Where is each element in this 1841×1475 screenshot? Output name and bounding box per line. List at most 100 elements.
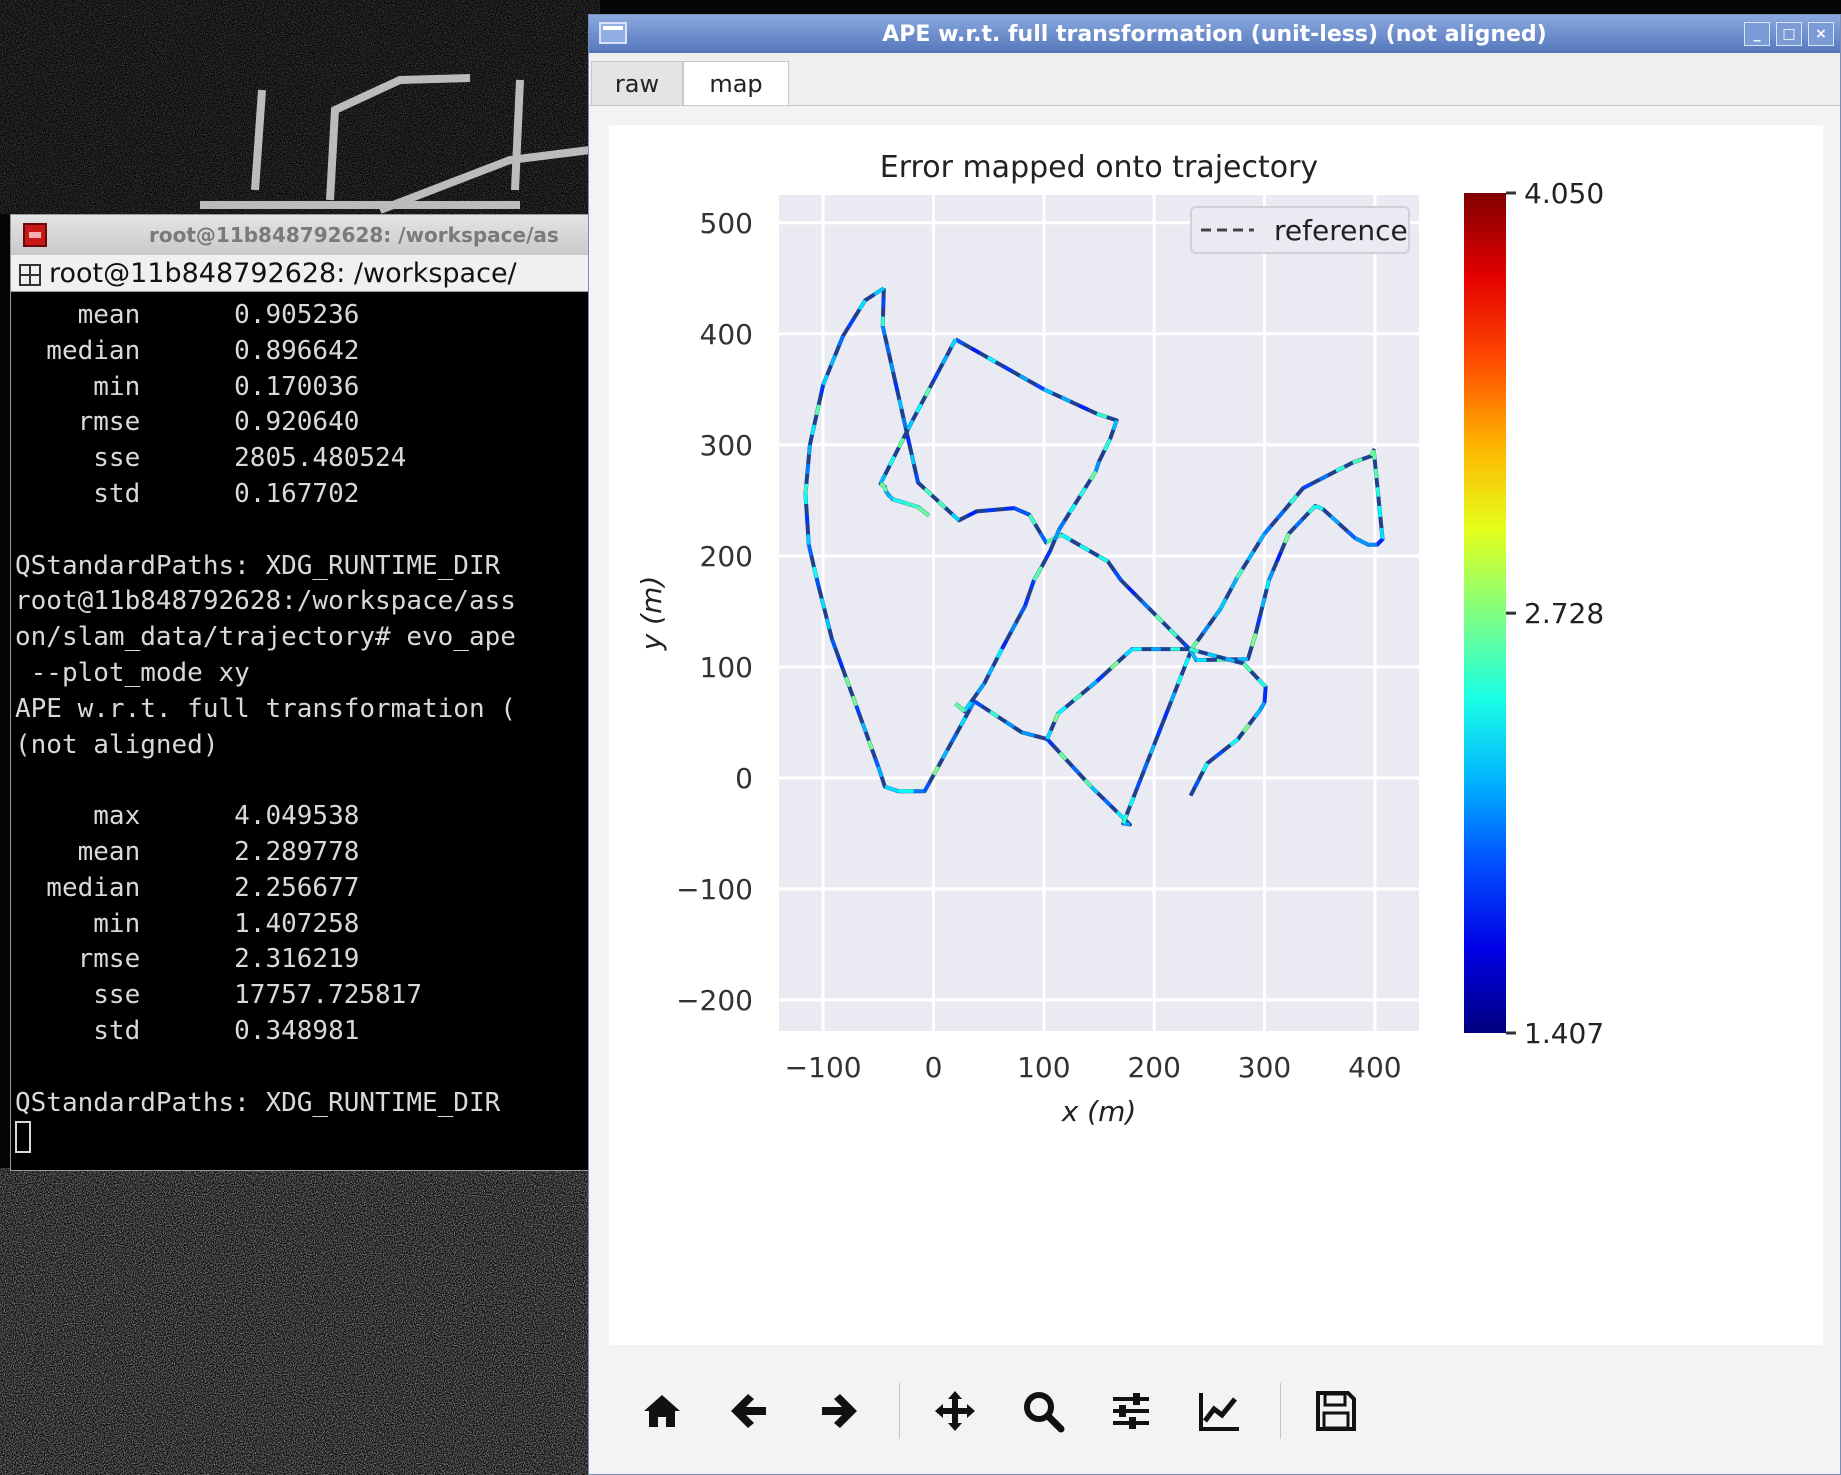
terminal-line: APE w.r.t. full transformation ( [15,693,516,724]
terminal-line: rmse 2.316219 [15,944,360,975]
y-tick-label: 400 [700,318,753,351]
error-segment [888,494,894,501]
minimize-button[interactable]: _ [1744,22,1770,46]
pan-move-icon [935,1391,975,1431]
error-segment [914,472,920,483]
terminal-titlebar[interactable]: root@11b848792628: /workspace/as [11,215,591,255]
x-tick-label: 200 [1127,1051,1180,1084]
forward-arrow-icon [822,1394,857,1428]
terminal-line: on/slam_data/trajectory# evo_ape [15,622,516,653]
plot-area[interactable] [779,195,1419,1031]
forward-button[interactable] [803,1376,873,1446]
error-segment [1265,579,1271,590]
pan-button[interactable] [920,1376,990,1446]
terminal-tab[interactable]: root@11b848792628: /workspace/ [11,255,591,292]
maximize-button[interactable]: □ [1776,22,1802,46]
figure-canvas[interactable]: −100 0 100 200 300 400 −200 −100 0 100 200 300 400 50… [609,125,1823,1345]
zoom-button[interactable] [1008,1376,1078,1446]
terminal-line: min 0.170036 [15,371,360,402]
back-button[interactable] [715,1376,785,1446]
y-axis-label: y (m) [635,576,668,652]
window-menu-icon[interactable] [599,22,627,44]
toolbar-separator [899,1383,900,1439]
terminal-line: mean 0.905236 [15,300,360,330]
x-tick-label: 100 [1017,1051,1070,1084]
home-icon [644,1395,680,1427]
error-segment [803,493,808,504]
error-segment [901,417,908,428]
error-segment [814,577,821,589]
terminal-line: QStandardPaths: XDG_RUNTIME_DIR [15,1087,501,1118]
save-button[interactable] [1301,1376,1371,1446]
error-segment [819,384,825,396]
error-segment [885,344,891,355]
terminal-line: QStandardPaths: XDG_RUNTIME_DIR [15,550,501,581]
split-terminal-icon [19,262,41,286]
back-arrow-icon [731,1394,766,1428]
error-segment [1372,450,1377,460]
terminal-line: root@11b848792628:/workspace/ass [15,586,516,617]
error-segment [1262,686,1268,703]
y-tick-label: 300 [700,429,753,462]
zoom-magnifier-icon [1024,1392,1065,1433]
edit-axis-icon [1199,1393,1239,1431]
terminal-line: sse 17757.725817 [15,980,422,1011]
error-segment [805,513,810,525]
error-segment [814,404,821,416]
error-segment [897,399,904,410]
y-tick-label: 100 [700,651,753,684]
terminal-line: (not aligned) [15,729,219,760]
colorbar-tick-label: 4.050 [1524,177,1604,210]
toolbar-separator [1280,1383,1281,1439]
error-segment [1207,652,1217,658]
chart-title: Error mapped onto trajectory [880,150,1318,185]
x-axis-label: x (m) [1061,1095,1137,1128]
terminal-line: mean 2.289778 [15,836,360,867]
error-segment [881,325,887,336]
plot-tabs: raw map [589,53,1840,106]
error-segment [893,380,899,391]
terminal-line: std 0.167702 [15,478,360,509]
terminal-line: min 1.407258 [15,908,360,939]
error-segment [819,597,826,609]
colorbar-tick-label: 2.728 [1524,597,1604,630]
error-segment [805,464,810,475]
error-segment [1260,597,1267,608]
x-tick-label: 300 [1238,1051,1291,1084]
terminal-line: sse 2805.480524 [15,443,407,474]
colorbar [1464,193,1506,1033]
plot-window-titlebar[interactable]: APE w.r.t. full transformation (unit-les… [589,15,1840,53]
y-tick-label: −200 [676,984,753,1017]
plot-window-title: APE w.r.t. full transformation (unit-les… [882,21,1547,47]
error-segment [1377,505,1383,518]
terminal-line: median 0.896642 [15,335,360,366]
tab-map[interactable]: map [683,61,789,105]
terminal-line: median 2.256677 [15,872,360,903]
error-segment [1225,657,1235,663]
error-segment [1375,487,1381,497]
trajectory-chart[interactable]: −100 0 100 200 300 400 −200 −100 0 100 200 300 400 50… [609,125,1823,1345]
y-tick-label: 200 [700,540,753,573]
error-segment [1379,527,1385,540]
close-button[interactable]: × [1808,22,1834,46]
error-segment [985,508,996,513]
edit-axis-button[interactable] [1184,1376,1254,1446]
terminal-line: rmse 0.920640 [15,407,360,438]
y-tick-label: −100 [676,873,753,906]
terminal-close-icon[interactable] [23,223,47,247]
terminal-window: root@11b848792628: /workspace/as root@11… [10,214,592,1171]
colorbar-tick-label: 1.407 [1524,1017,1604,1050]
navigation-toolbar [609,1361,1823,1461]
error-segment [803,483,809,494]
terminal-line: max 4.049538 [15,801,360,832]
error-segment [889,362,895,373]
terminal-line: std 0.348981 [15,1015,360,1046]
y-tick-label: 500 [700,207,753,240]
configure-subplots-icon [1113,1393,1149,1429]
home-button[interactable] [627,1376,697,1446]
configure-subplots-button[interactable] [1096,1376,1166,1446]
save-icon [1316,1391,1356,1431]
terminal-output[interactable]: mean 0.905236 median 0.896642 min 0.1700… [11,292,591,1166]
tab-raw[interactable]: raw [591,61,683,105]
error-segment [807,444,812,455]
